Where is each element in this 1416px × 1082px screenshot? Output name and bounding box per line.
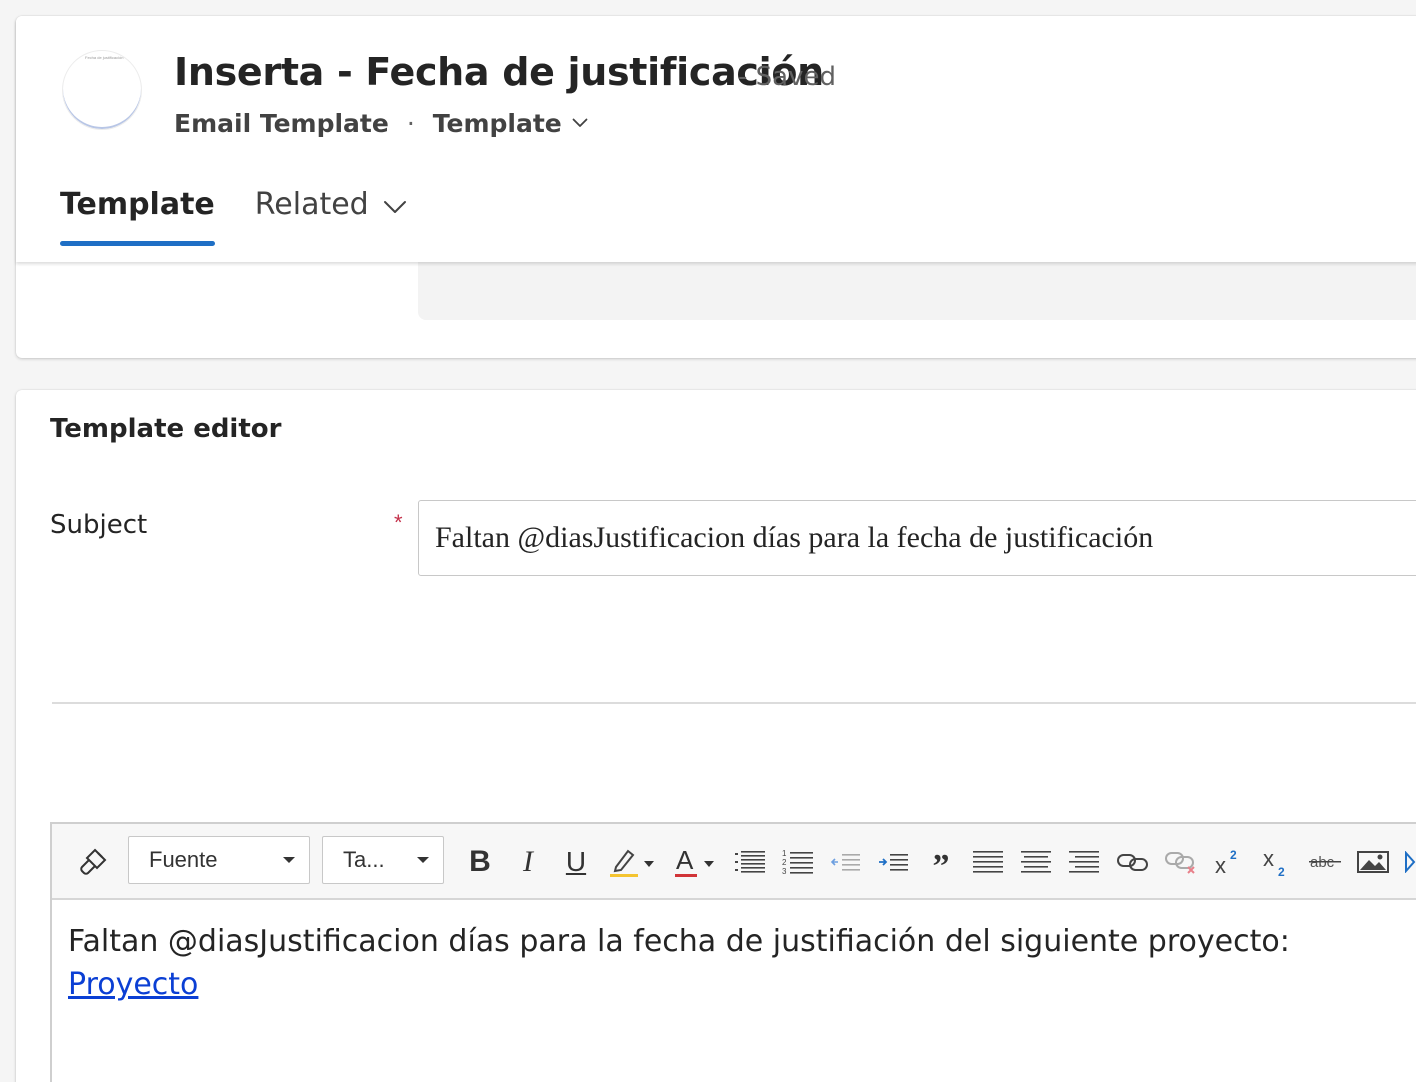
- record-subline: Email Template · Template: [174, 108, 588, 138]
- record-header: Fecha de justificación Inserta - Fecha d…: [16, 16, 1416, 262]
- bold-icon[interactable]: B: [464, 842, 496, 882]
- size-select-value: Ta...: [343, 847, 385, 872]
- underline-icon[interactable]: U: [560, 842, 592, 882]
- svg-text:2: 2: [782, 858, 787, 867]
- align-right-icon[interactable]: [1066, 842, 1102, 882]
- format-painter-icon[interactable]: [72, 842, 114, 882]
- numbered-list-icon[interactable]: 123: [780, 842, 816, 882]
- editor-content[interactable]: Faltan @diasJustificacion días para la f…: [68, 920, 1416, 1006]
- align-center-icon[interactable]: [1018, 842, 1054, 882]
- svg-text:A: A: [676, 845, 694, 875]
- required-marker: *: [394, 510, 403, 535]
- form-selector[interactable]: Template: [433, 109, 588, 138]
- align-left-icon[interactable]: [970, 842, 1006, 882]
- font-select-value: Fuente: [149, 847, 218, 872]
- highlight-icon[interactable]: [606, 842, 658, 882]
- avatar-text: Fecha de justificación: [85, 55, 124, 60]
- strikethrough-icon[interactable]: abc: [1306, 842, 1344, 882]
- svg-text:1: 1: [782, 849, 787, 858]
- tab-label: Related: [254, 186, 369, 222]
- bullet-list-icon[interactable]: [732, 842, 768, 882]
- section-title: Template editor: [50, 414, 282, 444]
- unlink-icon[interactable]: [1162, 842, 1200, 882]
- caret-down-icon: [417, 857, 429, 863]
- font-family-select[interactable]: Fuente: [128, 836, 310, 884]
- rich-text-editor: Fuente Ta... B I U A 1 2 3 ” x 2 x 2 abc…: [50, 822, 1416, 1082]
- superscript-icon[interactable]: x 2: [1212, 842, 1244, 882]
- record-avatar: Fecha de justificación: [62, 50, 142, 130]
- indent-icon[interactable]: [876, 842, 912, 882]
- svg-text:2: 2: [1278, 865, 1285, 878]
- record-title: Inserta - Fecha de justificación: [174, 50, 824, 94]
- font-size-select[interactable]: Ta...: [322, 836, 444, 884]
- template-editor-section: Template editor Subject * Faltan @diasJu…: [16, 390, 1416, 1082]
- svg-text:x: x: [1215, 853, 1226, 877]
- entity-name: Email Template: [174, 108, 389, 138]
- tab-related[interactable]: Related: [255, 182, 407, 226]
- tab-bar: Template Related: [60, 182, 407, 246]
- separator: ·: [406, 108, 415, 138]
- project-link[interactable]: Proyecto: [68, 967, 198, 1002]
- caret-down-icon: [283, 857, 295, 863]
- italic-icon[interactable]: I: [512, 842, 544, 882]
- link-icon[interactable]: [1114, 842, 1152, 882]
- subscript-icon[interactable]: x 2: [1260, 842, 1292, 882]
- svg-text:3: 3: [782, 867, 787, 875]
- chevron-down-icon: [572, 118, 588, 128]
- quote-icon[interactable]: ”: [926, 842, 956, 884]
- more-tools-icon[interactable]: [1402, 842, 1416, 882]
- body-text-line: Faltan @diasJustificacion días para la f…: [68, 924, 1290, 959]
- readonly-field-area: [418, 262, 1416, 320]
- chevron-down-icon: [383, 187, 407, 222]
- subject-label: Subject: [50, 510, 148, 540]
- svg-text:x: x: [1263, 846, 1274, 871]
- font-color-icon[interactable]: A: [672, 842, 720, 882]
- editor-toolbar: Fuente Ta... B I U A 1 2 3 ” x 2 x 2 abc: [52, 824, 1416, 900]
- divider: [52, 702, 1416, 704]
- record-header-card: Fecha de justificación Inserta - Fecha d…: [16, 16, 1416, 358]
- tab-label: Template: [60, 186, 215, 222]
- image-icon[interactable]: [1354, 842, 1392, 882]
- subject-input[interactable]: Faltan @diasJustificacion días para la f…: [418, 500, 1416, 576]
- save-status: - Saved: [738, 62, 836, 92]
- outdent-icon[interactable]: [828, 842, 864, 882]
- tab-template[interactable]: Template: [60, 182, 215, 246]
- form-selector-label: Template: [432, 108, 562, 138]
- svg-text:2: 2: [1230, 848, 1237, 862]
